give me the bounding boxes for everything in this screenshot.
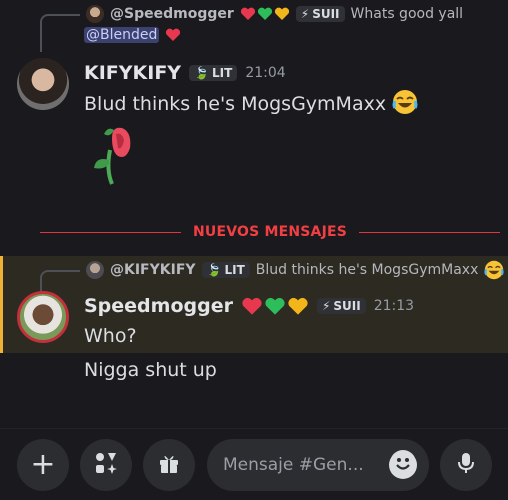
heart-emojis [240,7,290,21]
username[interactable]: Speedmogger [84,295,233,317]
message-text: Blud thinks he's MogsGymMaxx [84,89,418,115]
red-heart-icon [241,297,263,316]
green-heart-icon [257,7,273,21]
tag-label: SUII [333,299,361,313]
gift-button[interactable] [143,439,195,491]
apps-icon [94,449,118,482]
server-tag[interactable]: ⚡ SUII [295,6,345,22]
green-heart-icon [264,297,286,316]
leaf-icon: 🍃 [194,66,210,80]
tag-label: SUII [312,7,340,21]
message-text: Who? [84,325,137,347]
timestamp: 21:04 [245,65,286,81]
reply-connector [40,14,80,52]
leaf-icon: 🍃 [206,263,222,277]
username[interactable]: KIFYKIFY [84,62,181,84]
timestamp: 21:13 [373,298,415,314]
divider-line [359,231,500,233]
message-input[interactable] [223,455,373,475]
tag-label: LIT [224,263,245,277]
joy-emoji-icon [484,260,504,280]
message-input-wrapper[interactable] [207,439,429,491]
voice-message-button[interactable] [440,439,492,491]
divider-line [40,231,181,233]
emoji-button[interactable] [389,449,417,481]
reply-avatar [86,5,104,23]
avatar[interactable] [17,58,69,110]
red-heart-icon [240,7,256,21]
new-messages-divider: NUEVOS MENSAJES [0,224,508,240]
server-tag[interactable]: 🍃 LIT [189,65,238,81]
message-composer: + [0,428,508,500]
red-heart-icon [165,28,181,42]
divider-label: NUEVOS MENSAJES [192,224,348,240]
gift-icon [157,449,181,482]
yellow-heart-icon [274,7,290,21]
attach-button[interactable]: + [17,439,69,491]
apps-button[interactable] [80,439,132,491]
mic-icon [454,449,478,482]
lightning-icon: ⚡ [300,7,310,21]
emoji-icon [389,449,417,481]
reply-mention-row: @Blended [84,27,181,43]
plus-icon: + [30,447,56,482]
user-mention[interactable]: @Blended [84,27,160,43]
reply-author[interactable]: @Speedmogger [110,6,234,22]
reply-reference-1[interactable]: @Speedmogger ⚡ SUII Whats good yall [86,5,463,23]
reply-reference-2[interactable]: @KIFYKIFY 🍃 LIT Blud thinks he's MogsGym… [86,260,504,280]
message-header: KIFYKIFY 🍃 LIT 21:04 [84,62,286,84]
lightning-icon: ⚡ [321,299,331,313]
yellow-heart-icon [287,297,309,316]
reply-author[interactable]: @KIFYKIFY [110,262,196,278]
message-header: Speedmogger ⚡ SUII 21:13 [84,295,414,317]
heart-emojis [241,297,309,316]
server-tag[interactable]: ⚡ SUII [316,298,366,314]
joy-emoji-icon [392,89,418,115]
reply-text: Blud thinks he's MogsGymMaxx [255,262,479,278]
tag-label: LIT [212,66,233,80]
server-tag[interactable]: 🍃 LIT [201,262,250,278]
message-text: Nigga shut up [84,359,217,381]
reply-avatar [86,261,104,279]
wilted-rose-emoji-icon [92,120,142,186]
avatar[interactable] [17,291,69,343]
reply-text: Whats good yall [350,6,464,22]
